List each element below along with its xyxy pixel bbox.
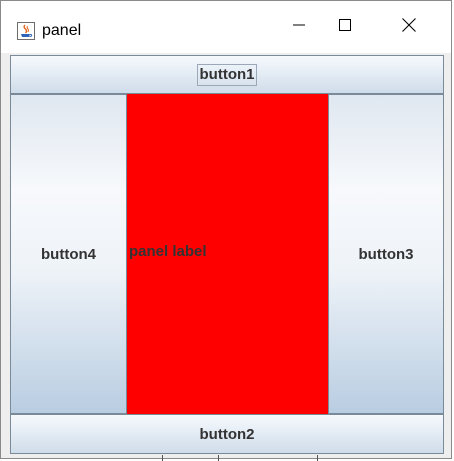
west-button[interactable]: button4 [10,94,127,414]
west-button-label: button4 [41,245,96,263]
window-title: panel [42,22,82,39]
maximize-button[interactable] [322,1,368,53]
close-button[interactable] [386,1,432,53]
background-line [218,455,219,461]
east-button-label: button3 [358,245,414,263]
north-button-label: button1 [196,63,258,86]
center-panel-label: panel label [129,243,207,260]
app-window: panel button1 button4 panel label button… [0,0,452,459]
south-button[interactable]: button2 [10,414,444,454]
center-panel: panel label [127,94,328,414]
south-button-label: button2 [199,425,255,443]
background-line [162,455,163,461]
north-button[interactable]: button1 [10,55,444,94]
java-cup-icon[interactable] [17,22,35,40]
maximize-icon [338,18,352,37]
minimize-icon [292,18,306,37]
background-line [317,455,318,461]
border-layout-panel: button1 button4 panel label button3 butt… [10,55,444,458]
title-bar[interactable]: panel [1,1,451,53]
east-button[interactable]: button3 [328,94,444,414]
close-icon [401,17,417,38]
minimize-button[interactable] [276,1,322,53]
